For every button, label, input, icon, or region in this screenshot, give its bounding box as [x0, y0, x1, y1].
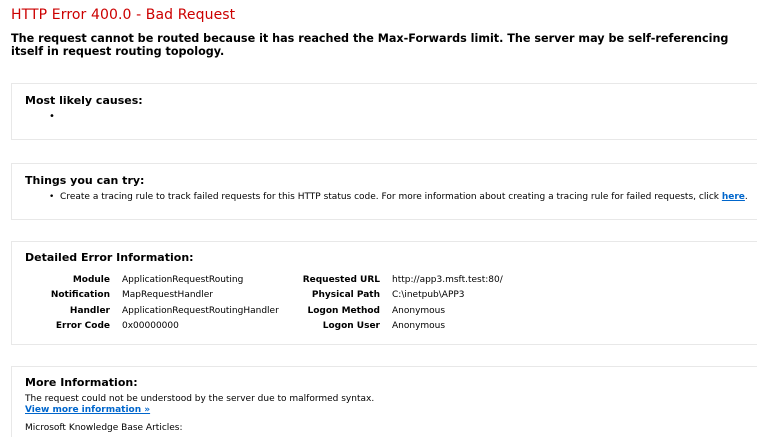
try-heading: Things you can try: [25, 174, 145, 187]
detail-key: Logon User [322, 321, 380, 332]
try-bullet: • [49, 192, 55, 202]
more-heading: More Information: [25, 376, 138, 389]
error-summary: The request cannot be routed because it … [11, 32, 729, 58]
kb-articles-label: Microsoft Knowledge Base Articles: [25, 423, 183, 433]
more-text: The request could not be understood by t… [25, 394, 375, 404]
detail-row: Module ApplicationRequestRouting [37, 272, 279, 288]
try-after: . [744, 192, 748, 202]
more-information-section: More Information: The request could not … [11, 366, 757, 437]
detail-row: Physical Path C:\inetpub\APP3 [302, 288, 503, 304]
detail-value: http://app3.msft.test:80/ [392, 274, 503, 285]
here-link[interactable]: here [722, 192, 745, 202]
details-table-right: Requested URL http://app3.msft.test:80/ P… [302, 272, 503, 334]
detail-key: Notification [50, 290, 110, 301]
detail-key: Physical Path [311, 290, 380, 301]
try-text: Create a tracing rule to track failed re… [60, 192, 722, 202]
detail-row: Error Code 0x00000000 [37, 319, 279, 335]
detail-row: Requested URL http://app3.msft.test:80/ [302, 272, 503, 288]
detail-row: Handler ApplicationRequestRoutingHandler [37, 303, 279, 319]
detail-row: Notification MapRequestHandler [37, 288, 279, 304]
things-to-try-section: Things you can try: • Create a tracing r… [11, 163, 757, 220]
detail-key: Module [72, 274, 110, 285]
detail-value: Anonymous [392, 305, 446, 316]
detail-value: ApplicationRequestRouting [122, 274, 244, 285]
details-heading: Detailed Error Information: [25, 251, 194, 264]
causes-bullet: • [49, 111, 55, 122]
detail-value: ApplicationRequestRoutingHandler [122, 305, 279, 316]
most-likely-causes-section: Most likely causes: • [11, 83, 757, 140]
detail-key: Logon Method [307, 305, 380, 316]
detail-key: Error Code [55, 321, 110, 332]
details-table-left: Module ApplicationRequestRouting Notifica… [37, 272, 279, 334]
causes-heading: Most likely causes: [25, 94, 143, 107]
detail-value: MapRequestHandler [122, 290, 213, 301]
detail-value: 0x00000000 [122, 321, 179, 332]
try-item: • Create a tracing rule to track failed … [49, 192, 748, 202]
detail-row: Logon User Anonymous [302, 319, 503, 335]
detail-key: Requested URL [302, 274, 380, 285]
detail-row: Logon Method Anonymous [302, 303, 503, 319]
detail-key: Handler [69, 305, 110, 316]
detailed-error-section: Detailed Error Information: Module Applic… [11, 241, 757, 345]
view-more-link[interactable]: View more information » [25, 405, 150, 415]
detail-value: C:\inetpub\APP3 [392, 290, 465, 301]
detail-value: Anonymous [392, 321, 446, 332]
error-title: HTTP Error 400.0 - Bad Request [11, 7, 236, 23]
